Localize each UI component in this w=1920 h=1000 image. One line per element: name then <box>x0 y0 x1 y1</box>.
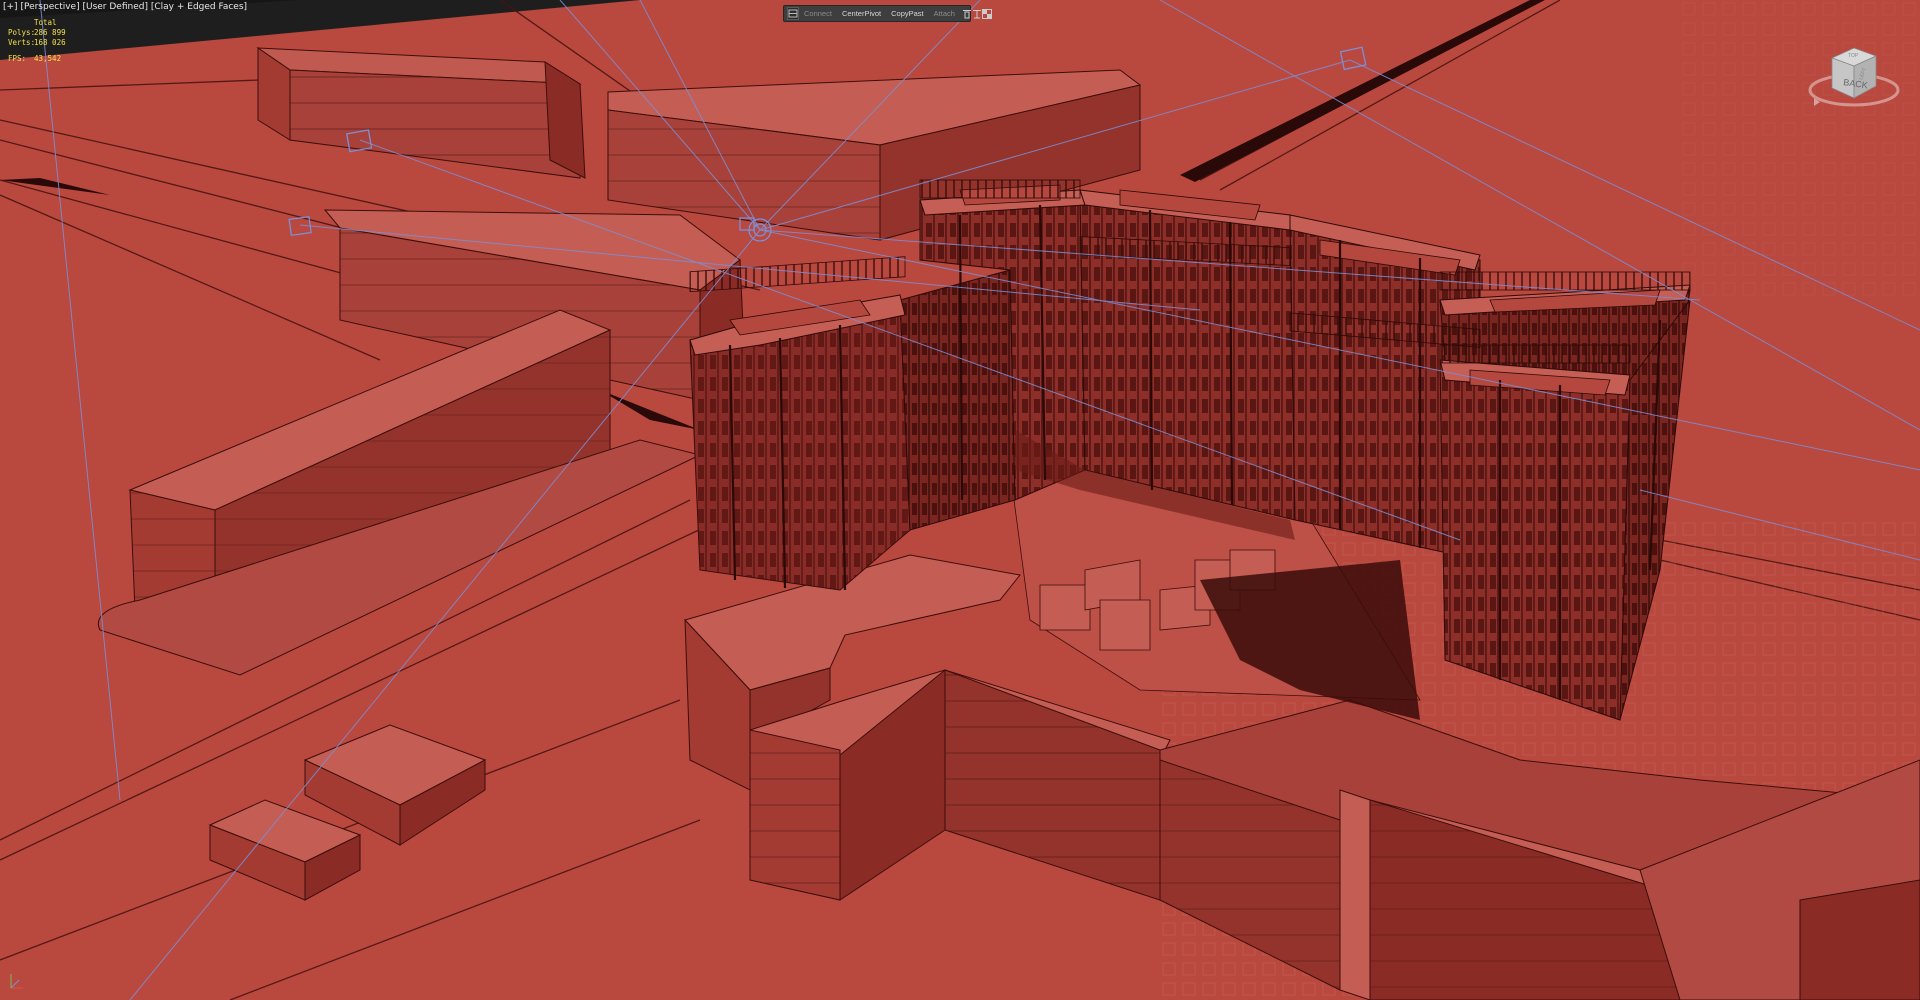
align-top-icon[interactable] <box>962 7 972 20</box>
checker-icon[interactable] <box>981 7 992 20</box>
connect-button[interactable]: Connect <box>799 6 837 21</box>
snap-settings-icon[interactable] <box>787 7 799 20</box>
attach-button[interactable]: Attach <box>929 6 960 21</box>
verts-value: 168 026 <box>34 38 66 47</box>
verts-label: Verts: <box>8 38 36 47</box>
fps-value: 43,542 <box>34 54 62 63</box>
floating-toolbar: Connect CenterPivot CopyPast Attach <box>783 5 992 22</box>
fps-label: FPS: <box>8 54 27 63</box>
viewport-shading-menu[interactable]: [Clay + Edged Faces] <box>151 2 247 12</box>
perspective-viewport[interactable]: [+] [Perspective] [User Defined] [Clay +… <box>0 0 1920 1000</box>
viewport-view-menu[interactable]: [Perspective] <box>20 2 79 12</box>
viewport-camera-menu[interactable]: [User Defined] <box>82 2 148 12</box>
viewport-label: [+] [Perspective] [User Defined] [Clay +… <box>3 2 247 12</box>
statistics-overlay: Total Polys: 286 899 Verts: 168 026 FPS: 43… <box>8 18 66 64</box>
centerpivot-button[interactable]: CenterPivot <box>837 6 886 21</box>
viewcube-top-label: TOP <box>1848 53 1859 59</box>
polys-value: 286 899 <box>34 28 66 37</box>
polys-label: Polys: <box>8 28 36 37</box>
view-cube[interactable]: BACK TOP LEFT <box>1806 40 1901 120</box>
viewport-menu-plus[interactable]: [+] <box>3 2 18 12</box>
copypast-button[interactable]: CopyPast <box>886 6 929 21</box>
align-bottom-icon[interactable] <box>972 7 982 20</box>
axis-tripod-icon <box>5 970 27 992</box>
stats-header: Total <box>34 18 57 27</box>
scene-geometry <box>0 0 1920 1000</box>
